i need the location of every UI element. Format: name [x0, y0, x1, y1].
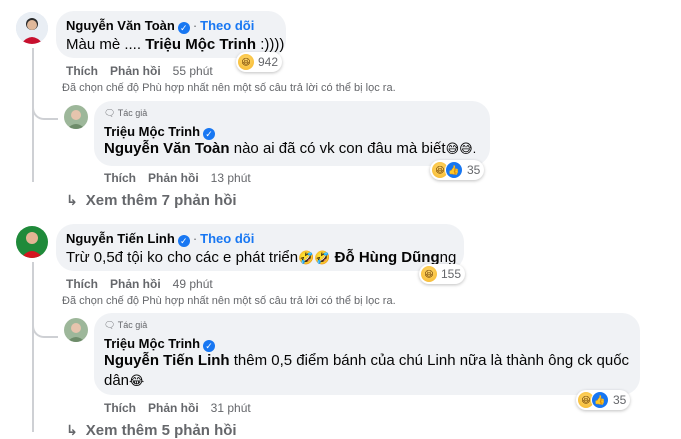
reply-bubble: 🗨 Tác giả Triệu Mộc Trinh ✓ Nguyễn Văn To… [94, 101, 490, 166]
reply-actions: Thích Phản hồi 13 phút [104, 171, 263, 185]
filter-note: Đã chọn chế độ Phù hợp nhất nên một số c… [62, 82, 396, 94]
reply-author[interactable]: Triệu Mộc Trinh [104, 124, 200, 139]
thread-connector [32, 100, 58, 120]
reaction-number: 155 [441, 267, 462, 281]
comment-actions: Thích Phản hồi 49 phút [66, 277, 225, 291]
follow-button[interactable]: Theo dõi [200, 18, 254, 33]
mention-tag[interactable]: Nguyễn Tiến Linh [104, 352, 230, 369]
like-button[interactable]: Thích [104, 171, 136, 185]
reply-text-part: dân [104, 372, 130, 389]
comment-text: Trừ 0,5đ tội ko cho các e phát triển🤣🤣 Đ… [66, 248, 456, 268]
reaction-number: 942 [258, 55, 279, 69]
like-icon: 👍 [591, 391, 609, 409]
avatar[interactable] [64, 105, 88, 129]
author-badge-label: Tác giả [117, 320, 148, 330]
follow-button[interactable]: Theo dõi [200, 231, 254, 246]
verified-icon: ✓ [177, 235, 190, 247]
reaction-number: 35 [467, 163, 481, 177]
emoji: 🤣🤣 [298, 250, 331, 265]
avatar[interactable] [16, 226, 48, 258]
comment-actions: Thích Phản hồi 55 phút [66, 64, 225, 78]
comment-author[interactable]: Nguyễn Văn Toàn [66, 18, 175, 33]
reply-bubble: 🗨 Tác giả Triệu Mộc Trinh ✓ Nguyễn Tiến L… [94, 313, 640, 395]
avatar[interactable] [64, 318, 88, 342]
reply-text: Nguyễn Tiến Linh thêm 0,5 điểm bánh của … [104, 351, 629, 371]
author-badge: 🗨 Tác giả [104, 320, 147, 331]
separator-dot: · [192, 231, 198, 246]
filter-note: Đã chọn chế độ Phù hợp nhất nên một số c… [62, 295, 396, 307]
reply-arrow-icon: ↳ [66, 192, 78, 208]
view-more-replies[interactable]: ↳ Xem thêm 7 phản hồi [66, 192, 237, 209]
mention-tag[interactable]: Nguyễn Văn Toàn [104, 140, 230, 157]
comment-header: Nguyễn Văn Toàn ✓ · Theo dõi [66, 17, 254, 35]
avatar-image [64, 105, 88, 129]
reply-text-line2: dân😂 [104, 371, 144, 391]
reply-button[interactable]: Phản hồi [110, 64, 161, 78]
thread-connector [32, 318, 58, 338]
author-badge-icon: 🗨 [104, 108, 116, 118]
reaction-count[interactable]: 😆 155 [419, 264, 466, 284]
avatar-image [16, 12, 48, 44]
comment-header: Nguyễn Tiến Linh ✓ · Theo dõi [66, 230, 254, 248]
view-more-label: Xem thêm 5 phản hồi [85, 422, 237, 439]
mention-tag[interactable]: Đỗ Hùng Dũng [335, 249, 440, 266]
reply-arrow-icon: ↳ [66, 422, 78, 438]
reply-button[interactable]: Phản hồi [148, 171, 199, 185]
comment-bubble: Nguyễn Văn Toàn ✓ · Theo dõi Màu mè .... Tr… [56, 11, 286, 58]
thread-line [32, 262, 34, 432]
timestamp[interactable]: 13 phút [211, 171, 251, 185]
comment-bubble: Nguyễn Tiến Linh ✓ · Theo dõi Trừ 0,5đ tội … [56, 224, 464, 271]
comment-author[interactable]: Nguyễn Tiến Linh [66, 231, 175, 246]
haha-icon: 😆 [238, 54, 254, 70]
reaction-count[interactable]: 😆 👍 35 [430, 160, 485, 180]
avatar[interactable] [16, 12, 48, 44]
comment-text-part: Trừ 0,5đ tội ko cho các e phát triển [66, 249, 299, 266]
author-badge-label: Tác giả [117, 108, 148, 118]
reply-author[interactable]: Triệu Mộc Trinh [104, 336, 200, 351]
author-badge: 🗨 Tác giả [104, 108, 147, 119]
reply-actions: Thích Phản hồi 31 phút [104, 401, 263, 415]
author-badge-icon: 🗨 [104, 320, 116, 330]
like-button[interactable]: Thích [66, 64, 98, 78]
verified-icon: ✓ [177, 22, 190, 34]
view-more-label: Xem thêm 7 phản hồi [85, 192, 237, 209]
view-more-replies[interactable]: ↳ Xem thêm 5 phản hồi [66, 422, 237, 439]
reaction-count[interactable]: 😆 👍 35 [576, 390, 631, 410]
reaction-number: 35 [613, 393, 627, 407]
reaction-count[interactable]: 😆 942 [236, 52, 283, 72]
reply-button[interactable]: Phản hồi [148, 401, 199, 415]
reply-text: Nguyễn Văn Toàn nào ai đã có vk con đâu … [104, 139, 476, 159]
comment-text-part: Màu mè .... [66, 36, 146, 53]
avatar-image [16, 226, 48, 258]
emoji: 😂 [129, 373, 145, 388]
timestamp[interactable]: 31 phút [211, 401, 251, 415]
mention-tag[interactable]: Triệu Mộc Trinh [145, 36, 256, 53]
like-icon: 👍 [445, 161, 463, 179]
haha-icon: 😆 [421, 266, 437, 282]
emoji: 😅😅. [445, 141, 477, 156]
timestamp[interactable]: 55 phút [173, 64, 213, 78]
timestamp[interactable]: 49 phút [173, 277, 213, 291]
comment-text-part: :)))) [256, 36, 285, 53]
reply-button[interactable]: Phản hồi [110, 277, 161, 291]
like-button[interactable]: Thích [104, 401, 136, 415]
reply-text-part: thêm 0,5 điểm bánh của chú Linh nữa là t… [229, 352, 630, 369]
avatar-image [64, 318, 88, 342]
like-button[interactable]: Thích [66, 277, 98, 291]
separator-dot: · [192, 18, 198, 33]
reply-text-part: nào ai đã có vk con đâu mà biết [229, 140, 446, 157]
